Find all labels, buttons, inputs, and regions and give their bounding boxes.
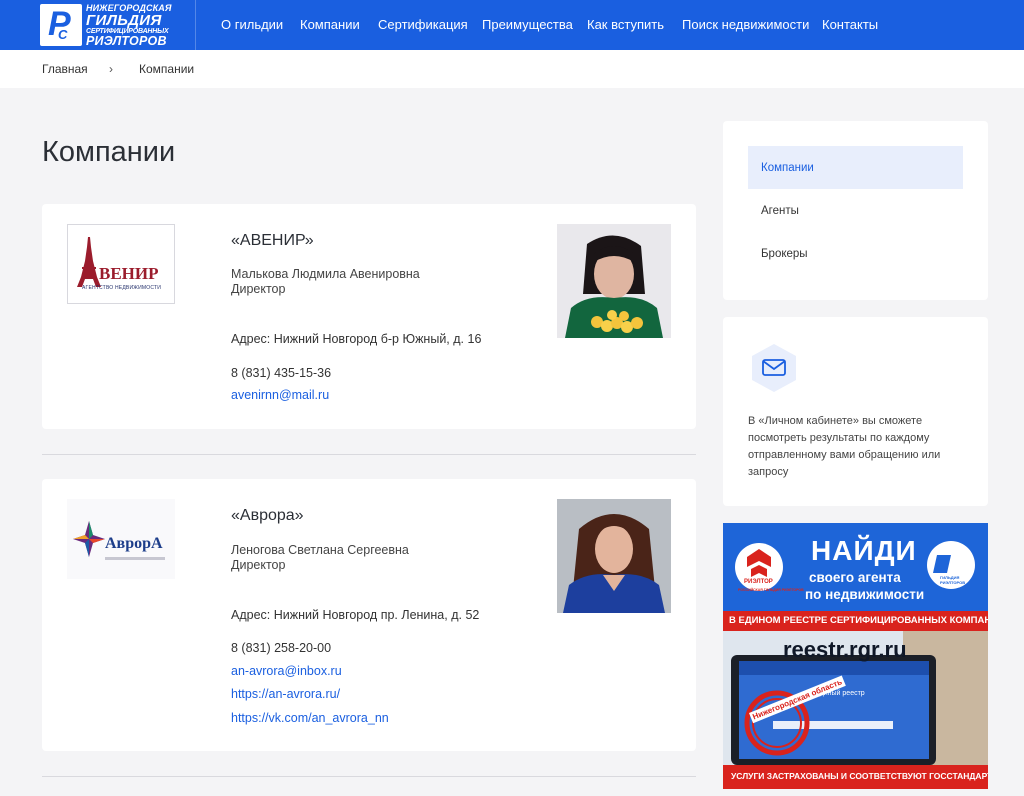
banner-subline-1: своего агента: [809, 570, 901, 585]
breadcrumb-separator: ›: [109, 62, 113, 76]
sidebar-item-companies[interactable]: Компании: [748, 146, 963, 189]
nav-item-companies[interactable]: Компании: [300, 17, 360, 32]
company-card: АврорА «Аврора» Леногова Светлана Сергее…: [42, 479, 696, 751]
sidebar-menu: Компании Агенты Брокеры: [723, 121, 988, 300]
page-title: Компании: [42, 136, 176, 168]
director-photo-image: [557, 224, 671, 338]
banner-strip-text: В ЕДИНОМ РЕЕСТРЕ СЕРТИФИЦИРОВАННЫХ КОМПА…: [729, 615, 988, 626]
company-website[interactable]: https://an-avrora.ru/: [231, 687, 340, 701]
company-card: ВЕНИР АГЕНТСТВО НЕДВИЖИМОСТИ «АВЕНИР» Ма…: [42, 204, 696, 429]
company-logo-tagline: [105, 557, 165, 560]
nav-item-about[interactable]: О гильдии: [221, 17, 283, 32]
nav-item-certification[interactable]: Сертификация: [378, 17, 468, 32]
director-photo-image: [557, 499, 671, 613]
nav-item-how-to-join[interactable]: Как вступить: [587, 17, 664, 32]
banner-footer-text: УСЛУГИ ЗАСТРАХОВАНЫ И СООТВЕТСТВУЮТ ГОСС…: [731, 771, 988, 781]
mail-icon: [752, 344, 796, 392]
banner-url: reestr.rgr.ru: [783, 637, 907, 662]
nav-item-contacts[interactable]: Контакты: [822, 17, 878, 32]
company-address: Адрес: Нижний Новгород б-р Южный, д. 16: [231, 332, 482, 346]
sidebar-item-brokers[interactable]: Брокеры: [748, 232, 963, 275]
company-director-role: Директор: [231, 282, 286, 296]
director-photo: [557, 499, 671, 613]
rgr-logo-text: РИЭЛТОР: [744, 579, 773, 585]
company-phone[interactable]: 8 (831) 435-15-36: [231, 366, 331, 380]
company-email[interactable]: an-avrora@inbox.ru: [231, 664, 342, 678]
director-photo: [557, 224, 671, 338]
nn-guild-logo-text: ГИЛЬДИЯ РИЭЛТОРОВ: [940, 575, 966, 585]
banner-headline: НАЙДИ: [811, 535, 917, 566]
logo-mark-icon: РС: [40, 4, 82, 46]
company-logo-subtext: АГЕНТСТВО НЕДВИЖИМОСТИ: [82, 285, 162, 291]
company-name[interactable]: «АВЕНИР»: [231, 232, 314, 250]
rgr-logo-subtext: РОССИЙСКАЯ ГИЛЬДИЯ РИЭЛТОРОВ: [738, 588, 804, 592]
nav-item-property-search[interactable]: Поиск недвижимости: [682, 17, 809, 32]
cabinet-info-card: В «Личном кабинете» вы сможете посмотрет…: [723, 317, 988, 506]
company-phone[interactable]: 8 (831) 258-20-00: [231, 641, 331, 655]
company-address: Адрес: Нижний Новгород пр. Ленина, д. 52: [231, 608, 480, 622]
company-email[interactable]: avenirnn@mail.ru: [231, 388, 329, 402]
header-divider: [195, 0, 196, 50]
company-director-name: Малькова Людмила Авенировна: [231, 267, 420, 281]
breadcrumb-home[interactable]: Главная: [42, 62, 88, 76]
logo-text: НИЖЕГОРОДСКАЯ ГИЛЬДИЯ СЕРТИФИЦИРОВАННЫХ …: [86, 3, 171, 48]
cabinet-info-text: В «Личном кабинете» вы сможете посмотрет…: [748, 415, 941, 478]
breadcrumb-current: Компании: [139, 62, 195, 76]
logo-line-4: РИЭЛТОРОВ: [86, 34, 167, 48]
company-logo-text: АврорА: [105, 535, 163, 552]
company-vk-link[interactable]: https://vk.com/an_avrora_nn: [231, 711, 389, 725]
registry-banner[interactable]: НАЙДИ своего агента по недвижимости РИЭЛ…: [723, 523, 988, 789]
banner-subline-2: по недвижимости: [805, 587, 925, 602]
company-logo-text: ВЕНИР: [99, 264, 159, 283]
company-director-role: Директор: [231, 558, 286, 572]
guild-logo[interactable]: РС НИЖЕГОРОДСКАЯ ГИЛЬДИЯ СЕРТИФИЦИРОВАНН…: [40, 3, 171, 48]
company-director-name: Леногова Светлана Сергеевна: [231, 543, 409, 557]
nav-item-benefits[interactable]: Преимущества: [482, 17, 573, 32]
site-header: РС НИЖЕГОРОДСКАЯ ГИЛЬДИЯ СЕРТИФИЦИРОВАНН…: [0, 0, 1024, 50]
company-divider: [42, 454, 696, 455]
logo-line-2: ГИЛЬДИЯ: [86, 12, 162, 29]
sidebar-item-agents[interactable]: Агенты: [748, 189, 963, 232]
company-name[interactable]: «Аврора»: [231, 507, 304, 525]
company-divider: [42, 776, 696, 777]
